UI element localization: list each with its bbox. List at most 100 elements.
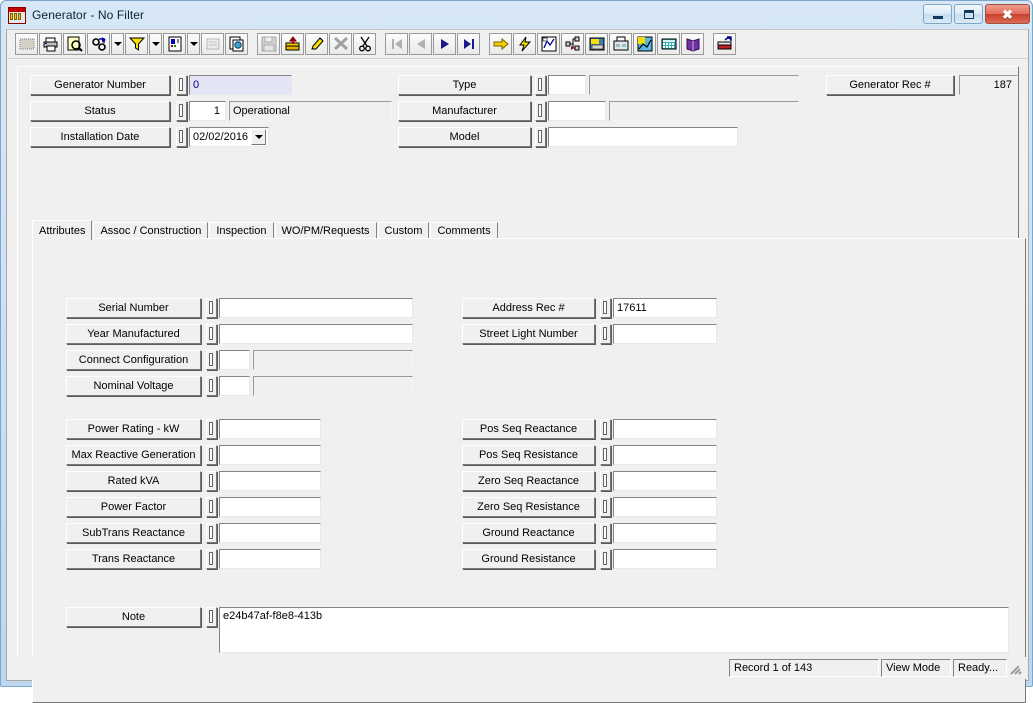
power-rating-kw-input[interactable] [219,419,321,439]
find-dropdown-icon[interactable] [111,33,124,55]
generator-rec-label[interactable]: Generator Rec # [826,75,954,95]
installation-date-spin[interactable] [176,127,187,147]
model-label[interactable]: Model [398,127,531,147]
serial-number-label[interactable]: Serial Number [66,298,201,318]
zero-seq-reactance-spin[interactable] [600,471,611,491]
report-icon[interactable] [163,33,186,55]
minimize-button[interactable] [923,4,952,24]
map-icon[interactable] [537,33,560,55]
status-spin[interactable] [176,101,187,121]
subtrans-reactance-spin[interactable] [206,523,217,543]
tab-inspection[interactable]: Inspection [209,222,274,239]
zero-seq-resistance-label[interactable]: Zero Seq Resistance [462,497,595,517]
nominal-voltage-label[interactable]: Nominal Voltage [66,376,201,396]
goto-icon[interactable] [489,33,512,55]
filter-dropdown-icon[interactable] [149,33,162,55]
street-light-number-input[interactable] [613,324,717,344]
tab-attributes[interactable]: Attributes [32,220,93,240]
pos-seq-resistance-spin[interactable] [600,445,611,465]
filter-icon[interactable] [125,33,148,55]
address-rec-spin[interactable] [600,298,611,318]
tab-comments[interactable]: Comments [430,222,498,239]
tab-assoc-construction[interactable]: Assoc / Construction [93,222,209,239]
installation-date-label[interactable]: Installation Date [30,127,170,147]
max-reactive-generation-label[interactable]: Max Reactive Generation [66,445,201,465]
type-code-input[interactable] [548,75,586,95]
report-dropdown-icon[interactable] [187,33,200,55]
status-code-input[interactable]: 1 [189,101,226,121]
address-rec-label[interactable]: Address Rec # [462,298,595,318]
zero-seq-resistance-spin[interactable] [600,497,611,517]
type-label[interactable]: Type [398,75,531,95]
trans-reactance-spin[interactable] [206,549,217,569]
max-reactive-generation-input[interactable] [219,445,321,465]
manufacturer-code-input[interactable] [548,101,606,121]
subtrans-reactance-label[interactable]: SubTrans Reactance [66,523,201,543]
select-tool-icon[interactable] [15,33,38,55]
copy-record-icon[interactable] [225,33,248,55]
pos-seq-resistance-input[interactable] [613,445,717,465]
street-light-number-label[interactable]: Street Light Number [462,324,595,344]
year-manufactured-label[interactable]: Year Manufactured [66,324,201,344]
year-manufactured-spin[interactable] [206,324,217,344]
model-spin[interactable] [535,127,546,147]
power-rating-kw-spin[interactable] [206,419,217,439]
pos-seq-reactance-input[interactable] [613,419,717,439]
calculator-icon[interactable] [657,33,680,55]
power-factor-input[interactable] [219,497,321,517]
subtrans-reactance-input[interactable] [219,523,321,543]
next-record-icon[interactable] [433,33,456,55]
note-textarea[interactable]: e24b47af-f8e8-413b [219,607,1009,653]
connect-configuration-label[interactable]: Connect Configuration [66,350,201,370]
hierarchy-icon[interactable] [561,33,584,55]
help-book-icon[interactable] [681,33,704,55]
year-manufactured-input[interactable] [219,324,413,344]
resize-grip[interactable] [1010,661,1024,675]
previous-record-icon[interactable] [409,33,432,55]
type-spin[interactable] [535,75,546,95]
save-icon[interactable] [257,33,280,55]
zero-seq-reactance-input[interactable] [613,471,717,491]
generator-number-label[interactable]: Generator Number [30,75,170,95]
status-label[interactable]: Status [30,101,170,121]
ground-resistance-spin[interactable] [600,549,611,569]
connect-configuration-code-input[interactable] [219,350,250,370]
note-label[interactable]: Note [66,607,201,627]
ground-reactance-spin[interactable] [600,523,611,543]
tab-custom[interactable]: Custom [377,222,430,239]
trans-reactance-input[interactable] [219,549,321,569]
installation-date-dropdown-button[interactable] [251,129,266,145]
manufacturer-label[interactable]: Manufacturer [398,101,531,121]
maximize-button[interactable] [954,4,983,24]
power-factor-spin[interactable] [206,497,217,517]
rated-kva-spin[interactable] [206,471,217,491]
tab-wo-pm-requests[interactable]: WO/PM/Requests [274,222,377,239]
ground-reactance-input[interactable] [613,523,717,543]
street-light-number-spin[interactable] [600,324,611,344]
address-rec-input[interactable]: 17611 [613,298,717,318]
print-preview-icon[interactable] [63,33,86,55]
attachment-icon[interactable] [585,33,608,55]
close-button[interactable]: ✖ [985,4,1030,24]
note-spin[interactable] [206,607,217,627]
pos-seq-reactance-spin[interactable] [600,419,611,439]
generator-number-spin[interactable] [176,75,187,95]
chart-icon[interactable] [633,33,656,55]
nominal-voltage-code-input[interactable] [219,376,250,396]
zero-seq-reactance-label[interactable]: Zero Seq Reactance [462,471,595,491]
exit-icon[interactable] [713,33,736,55]
model-input[interactable] [548,127,738,147]
find-icon[interactable] [87,33,110,55]
pos-seq-reactance-label[interactable]: Pos Seq Reactance [462,419,595,439]
nominal-voltage-spin[interactable] [206,376,217,396]
delete-record-icon[interactable] [329,33,352,55]
rated-kva-input[interactable] [219,471,321,491]
edit-record-icon[interactable] [305,33,328,55]
last-record-icon[interactable] [457,33,480,55]
fax-icon[interactable] [609,33,632,55]
ground-resistance-label[interactable]: Ground Resistance [462,549,595,569]
title-bar[interactable]: Generator - No Filter ✖ [1,1,1033,29]
power-factor-label[interactable]: Power Factor [66,497,201,517]
quick-action-icon[interactable] [513,33,536,55]
pos-seq-resistance-label[interactable]: Pos Seq Resistance [462,445,595,465]
